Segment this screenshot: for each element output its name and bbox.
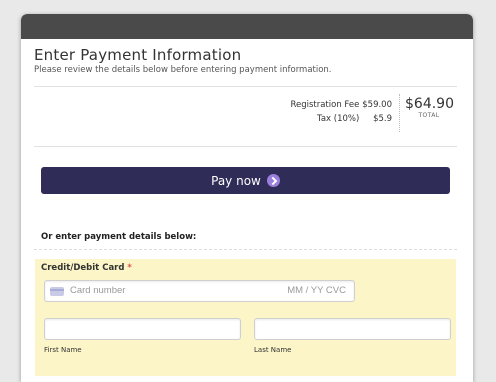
page-title: Enter Payment Information (34, 46, 242, 64)
alt-payment-text: Or enter payment details below: (41, 232, 197, 242)
card-details-panel: Credit/Debit Card * Card number MM / YY … (35, 259, 456, 376)
fee-separator (399, 94, 400, 132)
first-name-input[interactable] (44, 318, 241, 340)
last-name-label: Last Name (254, 346, 292, 354)
registration-fee-label: Registration Fee (290, 100, 360, 110)
registration-fee-row: Registration Fee $59.00 (290, 98, 392, 112)
registration-fee-amount: $59.00 (362, 100, 392, 110)
pay-now-label: Pay now (211, 173, 261, 188)
tax-row: Tax (10%) $5.9 (290, 112, 392, 126)
divider-dashed (34, 249, 457, 250)
total-summary: $64.90 TOTAL (405, 96, 454, 119)
card-label: Credit/Debit Card * (41, 263, 132, 273)
tax-label: Tax (10%) (317, 114, 360, 124)
card-label-text: Credit/Debit Card (41, 263, 125, 273)
required-mark: * (127, 263, 132, 273)
page-subtitle: Please review the details below before e… (34, 65, 332, 75)
divider-fees (34, 146, 457, 147)
credit-card-icon (50, 287, 64, 296)
fee-breakdown: Registration Fee $59.00 Tax (10%) $5.9 (290, 98, 392, 126)
last-name-input[interactable] (254, 318, 451, 340)
tax-amount: $5.9 (373, 114, 392, 124)
total-amount: $64.90 (405, 96, 454, 112)
card-number-placeholder: Card number (70, 285, 126, 296)
page-content: Enter Payment Information Please review … (21, 14, 473, 382)
chevron-right-icon (266, 174, 280, 187)
pay-now-button[interactable]: Pay now (41, 167, 450, 194)
expiry-cvc-placeholder: MM / YY CVC (287, 285, 346, 296)
first-name-label: First Name (44, 346, 82, 354)
card-number-input[interactable]: Card number MM / YY CVC (44, 280, 355, 302)
total-label: TOTAL (418, 112, 440, 119)
divider-top (34, 86, 457, 87)
